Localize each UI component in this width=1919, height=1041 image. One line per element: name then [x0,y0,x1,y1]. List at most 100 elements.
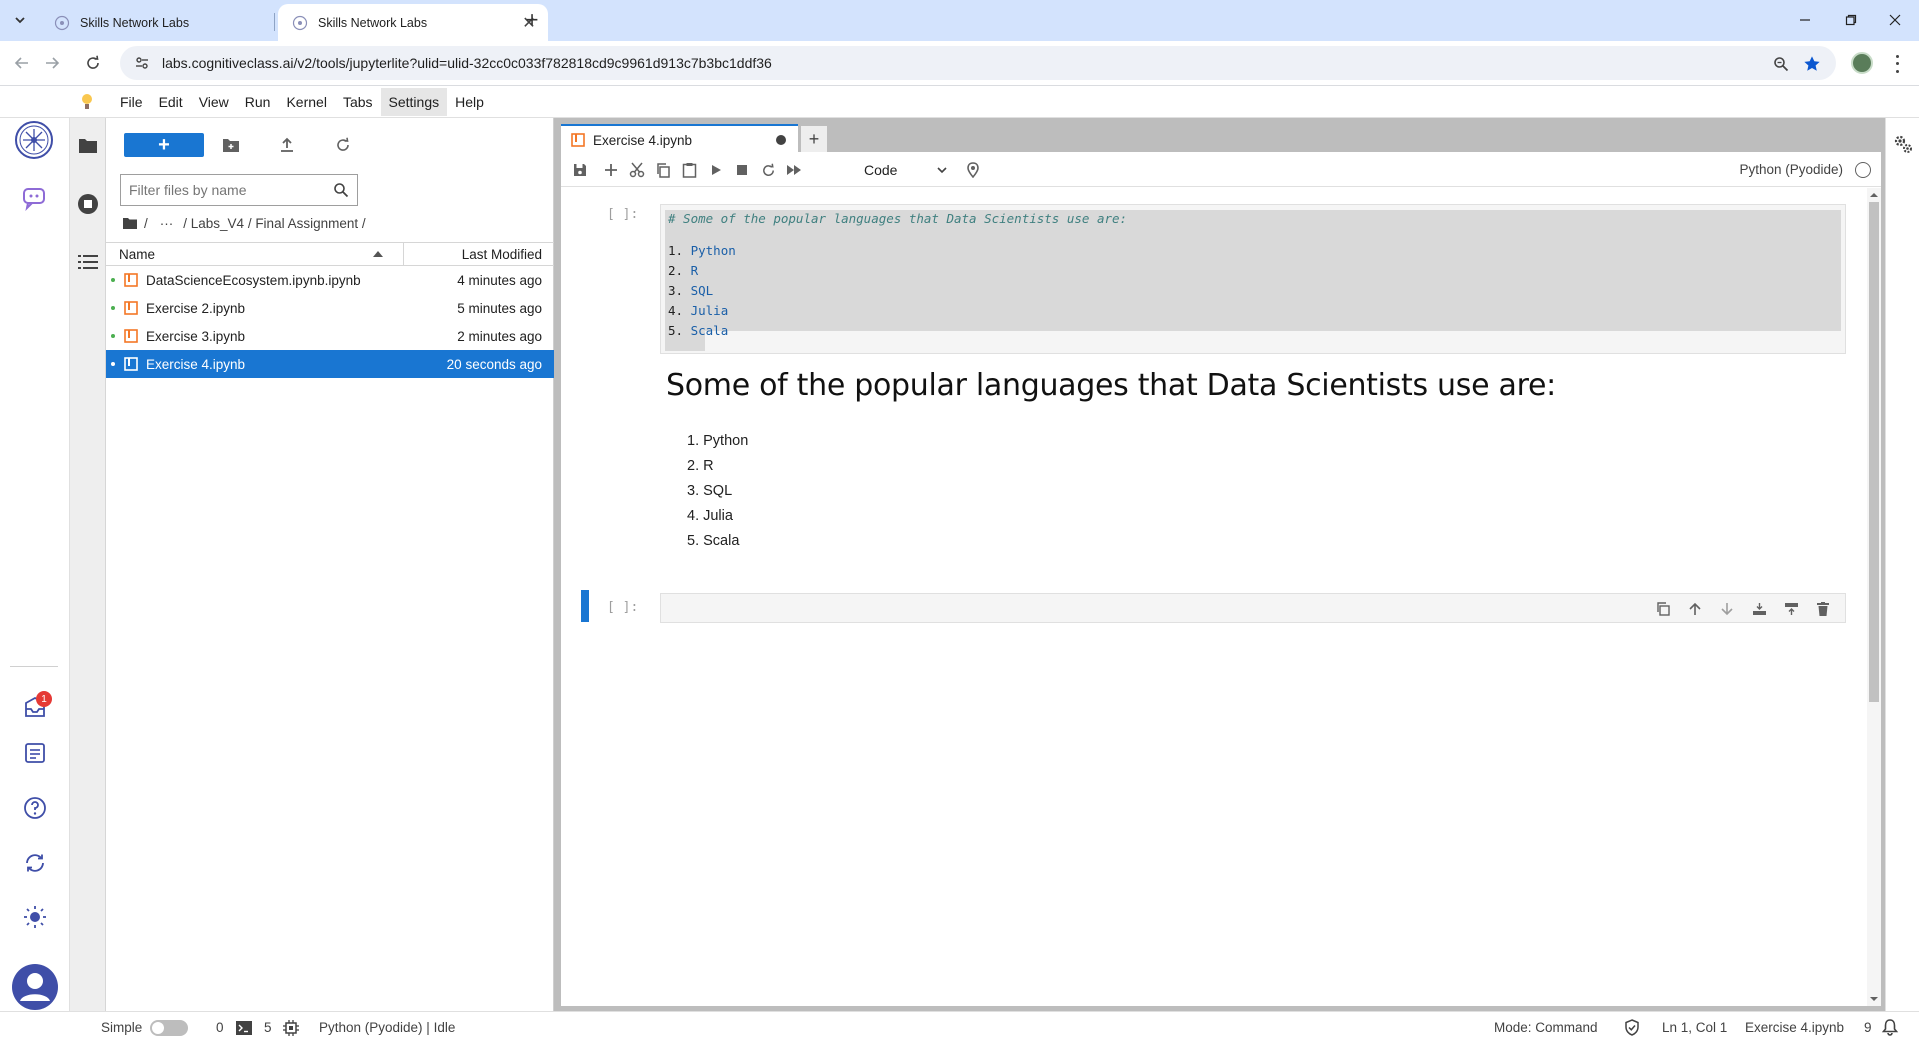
site-info-icon[interactable] [134,55,150,71]
code-line: 5. Scala [668,323,729,338]
column-name[interactable]: Name [106,243,404,265]
code-line: 2. R [668,263,699,278]
menu-file[interactable]: File [112,88,151,116]
inbox-icon[interactable] [13,686,57,730]
sync-icon[interactable] [13,841,57,885]
kernel-status[interactable]: Python (Pyodide) | Idle [319,1020,455,1035]
running-sessions-icon[interactable] [76,192,100,216]
add-tab-button[interactable]: + [801,126,827,152]
filter-files-input[interactable] [129,182,333,198]
file-row[interactable]: Exercise 3.ipynb 2 minutes ago [106,322,554,350]
kernel-name[interactable]: Python (Pyodide) [1739,162,1843,177]
bookmark-star-icon[interactable] [1803,55,1821,73]
breadcrumb-root[interactable]: / [144,216,148,231]
address-bar[interactable]: labs.cognitiveclass.ai/v2/tools/jupyterl… [120,46,1836,80]
list-item: 3. SQL [687,483,733,499]
unsaved-indicator-icon[interactable] [776,135,786,145]
menu-kernel[interactable]: Kernel [278,88,334,116]
cursor-position[interactable]: Ln 1, Col 1 [1662,1020,1727,1035]
restart-kernel-icon[interactable] [756,158,780,182]
menu-view[interactable]: View [191,88,237,116]
minimize-icon[interactable] [1790,8,1820,32]
insert-cell-icon[interactable] [599,158,623,182]
notes-icon[interactable] [13,731,57,775]
browser-tab-1[interactable]: Skills Network Labs ✕ [40,4,310,41]
new-folder-icon[interactable] [219,133,243,157]
move-down-icon[interactable] [1715,599,1739,619]
shield-check-icon[interactable] [1624,1019,1640,1036]
move-up-icon[interactable] [1683,599,1707,619]
stop-icon[interactable] [730,158,754,182]
terminal-count[interactable]: 0 [216,1020,224,1035]
notebook-icon [124,329,138,343]
copy-icon[interactable] [651,158,675,182]
tab-exercise-4[interactable]: Exercise 4.ipynb [561,124,798,154]
main-dock-area: Exercise 4.ipynb + Code Python (Pyodide)… [554,118,1885,1011]
browser-menu-icon[interactable] [1890,53,1904,75]
property-inspector-gears-icon[interactable] [1891,132,1915,156]
help-icon[interactable] [13,786,57,830]
file-row[interactable]: Exercise 2.ipynb 5 minutes ago [106,294,554,322]
running-indicator-icon [111,362,115,366]
file-row-selected[interactable]: Exercise 4.ipynb 20 seconds ago [106,350,554,378]
new-launcher-button[interactable]: + [124,133,204,157]
breadcrumb-ellipsis[interactable]: ··· [160,216,174,231]
menu-help[interactable]: Help [447,88,492,116]
cell-prompt: [ ]: [607,207,639,222]
skills-network-logo-icon[interactable] [12,118,56,162]
scroll-down-icon[interactable] [1870,995,1878,1003]
reload-icon[interactable] [81,51,105,75]
insert-below-icon[interactable] [1747,599,1771,619]
zoom-icon[interactable] [1772,55,1790,73]
restart-run-all-icon[interactable] [782,158,806,182]
file-row[interactable]: DataScienceEcosystem.ipynb.ipynb 4 minut… [106,266,554,294]
user-avatar-icon[interactable] [10,962,60,1012]
menu-tabs[interactable]: Tabs [335,88,381,116]
menu-settings[interactable]: Settings [380,88,448,116]
insert-above-icon[interactable] [1779,599,1803,619]
debugger-icon[interactable] [961,158,985,182]
empty-code-cell[interactable] [660,593,1846,623]
forward-arrow-icon[interactable] [40,51,64,75]
run-icon[interactable] [704,158,728,182]
chevron-down-icon [937,167,947,174]
upload-icon[interactable] [275,133,299,157]
file-name: Exercise 2.ipynb [146,300,246,316]
breadcrumb-path[interactable]: / Labs_V4 / Final Assignment / [183,216,365,231]
menu-run[interactable]: Run [237,88,279,116]
home-folder-icon[interactable] [122,217,138,230]
notebook-icon [124,273,138,287]
file-modified: 2 minutes ago [457,328,542,344]
jupyterlab-sidebar [70,118,106,1011]
browser-tab-2[interactable]: Skills Network Labs ✕ [278,4,548,41]
bell-icon[interactable] [1881,1018,1899,1036]
back-arrow-icon[interactable] [10,51,34,75]
refresh-icon[interactable] [331,133,355,157]
profile-avatar[interactable] [1851,52,1873,74]
scroll-up-icon[interactable] [1870,191,1878,199]
cell-type-dropdown[interactable]: Code [858,159,953,181]
notification-count[interactable]: 9 [1864,1020,1872,1035]
table-of-contents-icon[interactable] [76,250,100,274]
menu-edit[interactable]: Edit [151,88,191,116]
file-browser-folder-icon[interactable] [76,134,100,158]
scrollbar-thumb[interactable] [1869,202,1879,702]
code-cell[interactable]: # Some of the popular languages that Dat… [660,204,1846,354]
notebook-scrollbar[interactable] [1867,188,1881,1006]
delete-cell-icon[interactable] [1811,599,1835,619]
theme-sun-icon[interactable] [13,895,57,939]
kernel-count[interactable]: 5 [264,1020,272,1035]
new-tab-button[interactable]: + [520,7,544,32]
duplicate-cell-icon[interactable] [1651,599,1675,619]
chat-assistant-icon[interactable] [12,176,56,220]
window-close-icon[interactable] [1880,8,1910,32]
filter-files-field[interactable] [120,174,358,206]
simple-mode-toggle[interactable] [150,1020,188,1036]
restore-icon[interactable] [1836,8,1866,32]
file-modified: 5 minutes ago [457,300,542,316]
paste-icon[interactable] [677,158,701,182]
column-last-modified[interactable]: Last Modified [404,243,554,265]
save-icon[interactable] [568,158,592,182]
cut-icon[interactable] [625,158,649,182]
tab-search-icon[interactable] [8,8,32,32]
